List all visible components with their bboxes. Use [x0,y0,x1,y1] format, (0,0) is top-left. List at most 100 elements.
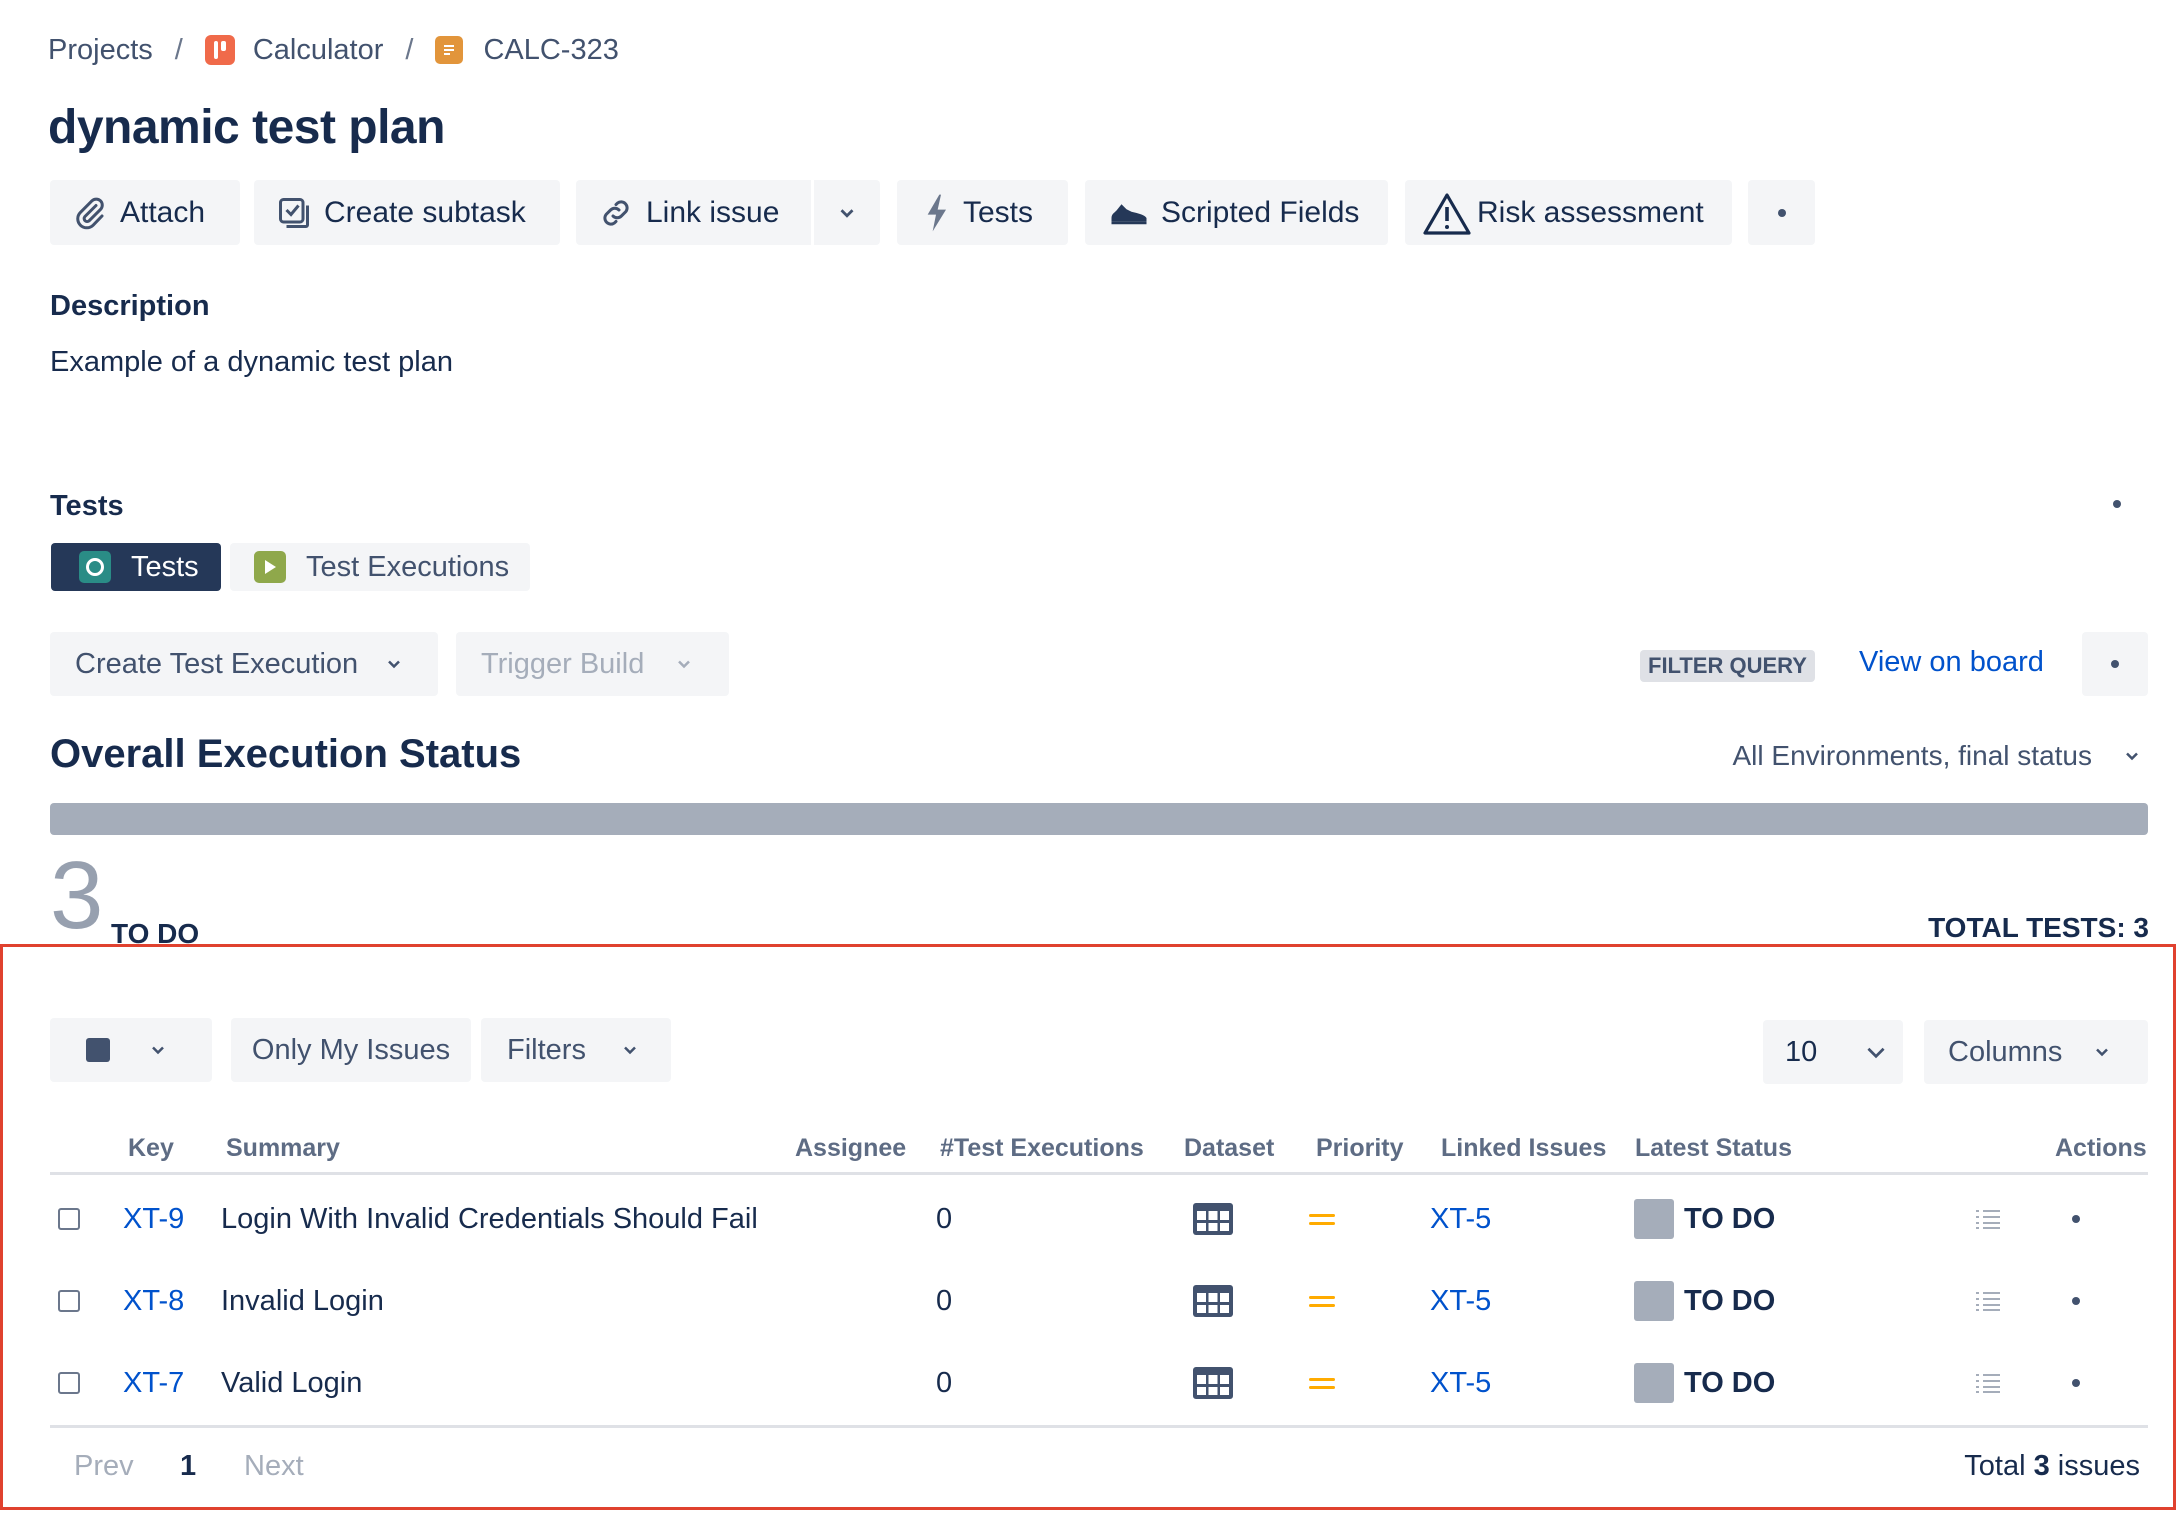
row-summary[interactable]: Login With Invalid Credentials Should Fa… [221,1178,758,1260]
filters-label: Filters [507,1033,586,1066]
table-footer-divider [50,1425,2148,1428]
table-row[interactable]: XT-7 Valid Login 0 XT-5 TO DO [50,1342,2148,1424]
column-header-assignee[interactable]: Assignee [795,1134,906,1163]
row-status-text: TO DO [1684,1202,1776,1235]
pagination-total-prefix: Total [1964,1450,2026,1482]
xray-tests-icon [79,551,111,583]
filter-query-badge[interactable]: FILTER QUERY [1640,650,1815,682]
table-row[interactable]: XT-8 Invalid Login 0 XT-5 TO DO [50,1260,2148,1342]
row-status-badge[interactable]: TO DO [1634,1178,1775,1260]
more-actions-button[interactable] [1748,180,1815,245]
breadcrumb-projects[interactable]: Projects [48,34,153,67]
tab-tests[interactable]: Tests [51,543,221,591]
column-header-key[interactable]: Key [128,1134,174,1163]
chevron-down-icon [2096,1048,2109,1057]
column-header-summary[interactable]: Summary [226,1134,340,1163]
column-header-actions: Actions [2055,1134,2147,1162]
chevron-down-icon [388,660,401,669]
pagination-prev[interactable]: Prev [74,1450,134,1483]
trigger-build-button[interactable]: Trigger Build [456,632,729,696]
page-title[interactable]: dynamic test plan [48,100,445,155]
row-executions: 0 [936,1202,953,1235]
tests-more-button[interactable] [2082,632,2148,696]
risk-assessment-button[interactable]: Risk assessment [1405,180,1732,245]
row-linked-issue-link[interactable]: XT-5 [1430,1342,1491,1424]
row-summary[interactable]: Valid Login [221,1342,362,1424]
row-key-link[interactable]: XT-9 [123,1178,184,1260]
create-test-execution-label: Create Test Execution [75,647,359,680]
view-on-board-link[interactable]: View on board [1859,646,2044,679]
columns-select[interactable]: Columns [1924,1020,2148,1084]
link-issue-dropdown[interactable] [814,180,880,245]
row-linked-issue-link[interactable]: XT-5 [1430,1178,1491,1260]
paperclip-icon [76,197,104,229]
scripted-fields-button[interactable]: Scripted Fields [1085,180,1388,245]
row-linked-issue-link[interactable]: XT-5 [1430,1260,1491,1342]
pagination-total-count: 3 [2033,1450,2050,1482]
row-checkbox[interactable] [58,1372,80,1394]
row-more-button[interactable] [2069,1178,2083,1260]
test-steps-icon[interactable] [1974,1342,2002,1424]
table-row[interactable]: XT-9 Login With Invalid Credentials Shou… [50,1178,2148,1260]
bulk-select-dropdown[interactable] [50,1018,212,1082]
pagination-total-suffix: issues [2057,1450,2140,1482]
attach-label: Attach [120,195,206,229]
story-icon [435,36,464,64]
chevron-down-icon [840,208,854,218]
tab-test-executions-label: Test Executions [306,550,510,583]
lightning-icon [927,194,946,231]
filters-button[interactable]: Filters [481,1018,671,1082]
row-more-button[interactable] [2069,1260,2083,1342]
test-steps-icon[interactable] [1974,1260,2002,1342]
row-checkbox[interactable] [58,1290,80,1312]
pagination-current-page[interactable]: 1 [180,1450,196,1483]
column-header-test-executions[interactable]: #Test Executions [940,1134,1144,1163]
overall-execution-status-heading: Overall Execution Status [50,732,522,776]
tests-button[interactable]: Tests [897,180,1068,245]
row-more-button[interactable] [2069,1342,2083,1424]
only-my-issues-button[interactable]: Only My Issues [231,1018,471,1082]
status-color-swatch [1634,1281,1674,1321]
create-subtask-button[interactable]: Create subtask [254,180,560,245]
select-all-checkbox[interactable] [86,1038,110,1062]
breadcrumb-issue-key[interactable]: CALC-323 [483,34,618,67]
test-execution-icon [254,551,286,583]
test-steps-icon[interactable] [1974,1178,2002,1260]
total-tests: TOTAL TESTS: 3 [1928,912,2149,943]
priority-medium-icon [1308,1342,1336,1424]
page-size-value: 10 [1785,1035,1818,1068]
row-status-badge[interactable]: TO DO [1634,1342,1775,1424]
row-status-badge[interactable]: TO DO [1634,1260,1775,1342]
column-header-linked-issues[interactable]: Linked Issues [1441,1134,1606,1163]
dataset-grid-icon[interactable] [1192,1178,1234,1260]
tab-test-executions[interactable]: Test Executions [230,543,530,591]
execution-progress-bar[interactable] [50,803,2148,835]
dataset-grid-icon[interactable] [1192,1342,1234,1424]
risk-assessment-label: Risk assessment [1477,195,1704,229]
description-text[interactable]: Example of a dynamic test plan [50,346,453,379]
link-issue-button[interactable]: Link issue [576,180,811,245]
pagination-next[interactable]: Next [244,1450,304,1483]
column-header-dataset[interactable]: Dataset [1184,1134,1274,1163]
row-key-link[interactable]: XT-7 [123,1342,184,1424]
attach-button[interactable]: Attach [50,180,240,245]
breadcrumb-project[interactable]: Calculator [253,34,384,67]
tests-panel-more-button[interactable] [2110,500,2124,508]
page-size-select[interactable]: 10 [1763,1020,1903,1084]
create-test-execution-button[interactable]: Create Test Execution [50,632,438,696]
table-header-divider [50,1172,2148,1175]
chevron-down-icon [678,660,691,669]
column-header-priority[interactable]: Priority [1316,1134,1404,1163]
row-summary[interactable]: Invalid Login [221,1260,384,1342]
row-executions: 0 [936,1284,953,1317]
row-executions: 0 [936,1366,953,1399]
dataset-grid-icon[interactable] [1192,1260,1234,1342]
environment-select[interactable]: All Environments, final status [1733,740,2143,772]
row-key-link[interactable]: XT-8 [123,1260,184,1342]
link-issue-label: Link issue [646,195,780,229]
more-icon [2072,1215,2080,1223]
status-color-swatch [1634,1363,1674,1403]
chevron-down-icon [2126,752,2138,761]
row-checkbox[interactable] [58,1208,80,1230]
column-header-latest-status[interactable]: Latest Status [1635,1134,1792,1163]
